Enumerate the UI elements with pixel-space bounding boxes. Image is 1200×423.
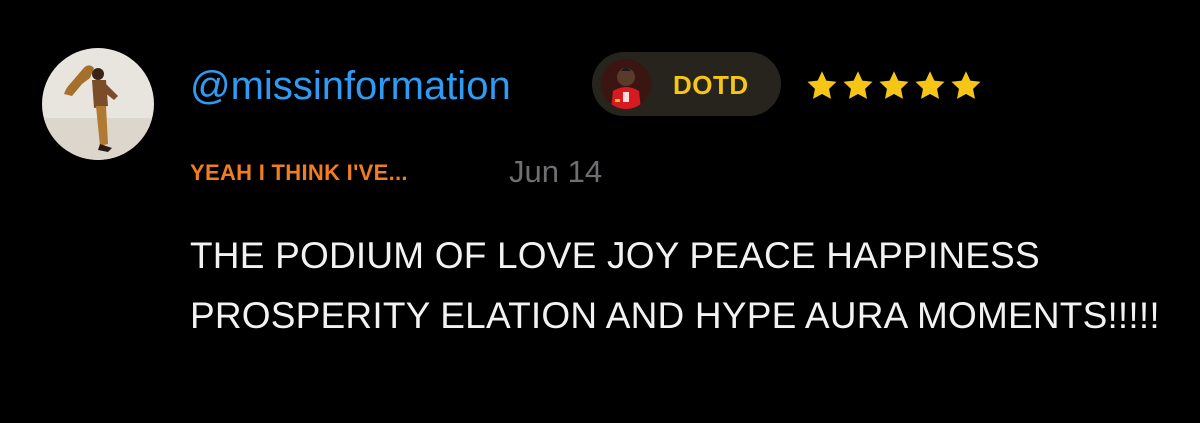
comment-date: Jun 14 — [509, 154, 603, 189]
comment-caption[interactable]: YEAH I THINK I'VE... — [190, 160, 408, 186]
star-rating — [804, 68, 984, 104]
star-icon — [843, 71, 873, 99]
dotd-badge-label: DOTD — [673, 70, 749, 100]
star-icon — [951, 71, 981, 99]
star-icon — [879, 71, 909, 99]
user-avatar-image — [42, 48, 154, 160]
username-link[interactable]: @missinformation — [190, 62, 511, 110]
comment-body: THE PODIUM OF LOVE JOY PEACE HAPPINESS P… — [190, 235, 1160, 336]
star-icon — [915, 71, 945, 99]
avatar[interactable] — [42, 48, 154, 160]
dotd-badge[interactable]: DOTD — [592, 52, 781, 116]
star-icon — [807, 71, 837, 99]
driver-avatar-icon — [601, 59, 651, 109]
